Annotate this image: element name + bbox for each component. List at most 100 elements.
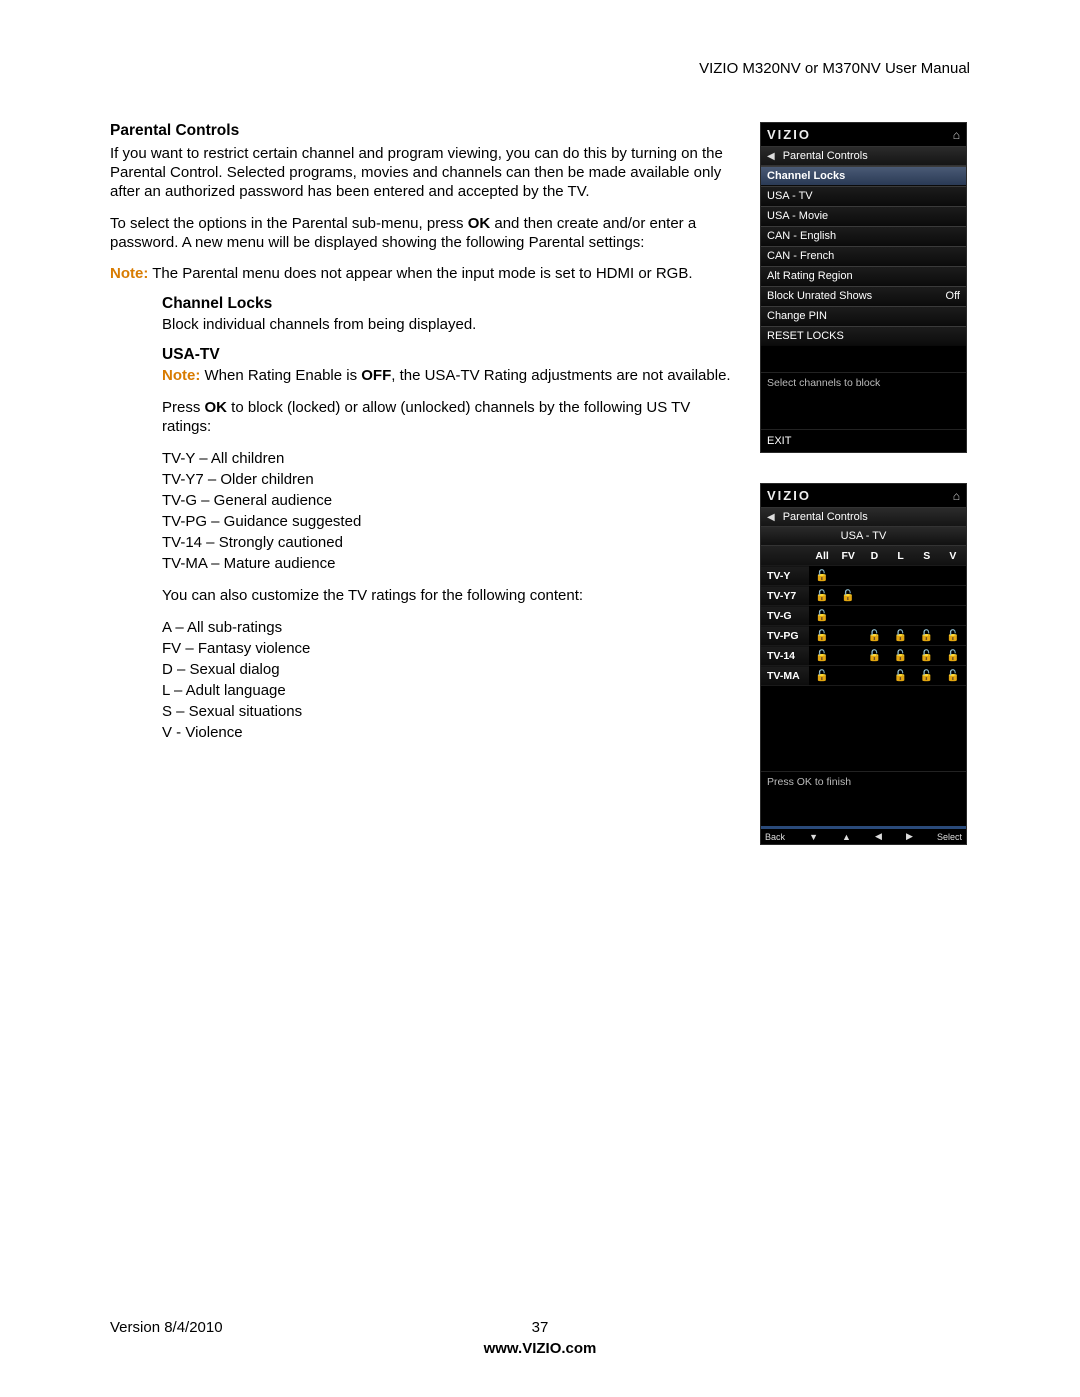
back-arrow-icon[interactable]: ◀ — [767, 512, 775, 523]
lock-cell[interactable] — [835, 606, 861, 626]
lock-cell[interactable]: 🔓 — [887, 646, 913, 666]
select-options-paragraph: To select the options in the Parental su… — [110, 214, 740, 252]
channel-locks-title: Channel Locks — [162, 295, 740, 313]
lock-cell[interactable]: 🔓 — [914, 626, 940, 646]
unlock-icon: 🔓 — [815, 570, 829, 582]
lock-cell[interactable]: 🔓 — [940, 646, 966, 666]
row-header: TV-MA — [761, 666, 809, 686]
osd2-hint: Press OK to finish — [761, 771, 966, 792]
list-item: TV-PG – Guidance suggested — [162, 511, 740, 532]
ratings-grid[interactable]: AllFVDLSVTV-Y🔓TV-Y7🔓🔓TV-G🔓TV-PG🔓🔓🔓🔓🔓TV-1… — [761, 546, 966, 686]
unlock-icon: 🔓 — [920, 670, 934, 682]
lock-cell[interactable]: 🔓 — [914, 666, 940, 686]
lock-cell[interactable] — [887, 606, 913, 626]
list-item: D – Sexual dialog — [162, 659, 740, 680]
osd-menu-item[interactable]: USA - TV — [761, 186, 966, 206]
osd1-block-unrated[interactable]: Block Unrated Shows Off — [761, 286, 966, 306]
lock-cell[interactable] — [914, 606, 940, 626]
footer-url: www.VIZIO.com — [110, 1340, 970, 1357]
list-item: TV-MA – Mature audience — [162, 553, 740, 574]
osd-menu-item[interactable]: CAN - English — [761, 226, 966, 246]
nav-down-icon[interactable]: ▼ — [809, 832, 818, 842]
osd-menu-item[interactable]: Alt Rating Region — [761, 266, 966, 286]
nav-select[interactable]: Select — [937, 832, 962, 842]
nav-left-icon[interactable]: ◀ — [875, 831, 882, 842]
nav-up-icon[interactable]: ▲ — [842, 832, 851, 842]
osd2-nav[interactable]: Back ▼ ▲ ◀ ▶ Select — [761, 826, 966, 844]
lock-cell[interactable] — [940, 586, 966, 606]
lock-cell[interactable] — [887, 566, 913, 586]
lock-cell[interactable]: 🔓 — [887, 626, 913, 646]
nav-right-icon[interactable]: ▶ — [906, 831, 913, 842]
osd-parental-menu: VIZIO ⌂ ◀ Parental Controls Channel Lock… — [760, 122, 967, 453]
home-icon[interactable]: ⌂ — [953, 489, 960, 503]
osd1-selected-item[interactable]: Channel Locks — [761, 166, 966, 186]
intro-paragraph: If you want to restrict certain channel … — [110, 144, 740, 202]
osd-menu-item[interactable]: CAN - French — [761, 246, 966, 266]
usa-tv-title: USA-TV — [162, 346, 740, 364]
osd1-logo: VIZIO — [767, 127, 811, 142]
unlock-icon: 🔓 — [946, 650, 960, 662]
lock-cell[interactable] — [835, 566, 861, 586]
back-arrow-icon[interactable]: ◀ — [767, 151, 775, 162]
row-header: TV-14 — [761, 646, 809, 666]
row-header: TV-Y — [761, 566, 809, 586]
lock-cell[interactable] — [940, 566, 966, 586]
row-header: TV-PG — [761, 626, 809, 646]
lock-cell[interactable]: 🔓 — [940, 666, 966, 686]
lock-cell[interactable] — [861, 666, 887, 686]
home-icon[interactable]: ⌂ — [953, 128, 960, 142]
lock-cell[interactable] — [861, 566, 887, 586]
osd1-exit[interactable]: EXIT — [761, 429, 966, 452]
lock-cell[interactable]: 🔓 — [887, 666, 913, 686]
osd1-crumb: Parental Controls — [783, 150, 868, 162]
list-item: L – Adult language — [162, 680, 740, 701]
osd-menu-item[interactable]: USA - Movie — [761, 206, 966, 226]
customize-intro: You can also customize the TV ratings fo… — [162, 586, 740, 605]
lock-cell[interactable] — [861, 586, 887, 606]
osd1-hint: Select channels to block — [761, 372, 966, 393]
lock-cell[interactable] — [914, 566, 940, 586]
list-item: S – Sexual situations — [162, 701, 740, 722]
row-header: TV-G — [761, 606, 809, 626]
lock-cell[interactable]: 🔓 — [861, 646, 887, 666]
footer-page-number: 37 — [532, 1319, 549, 1336]
unlock-icon: 🔓 — [894, 650, 908, 662]
page-footer: Version 8/4/2010 37 www.VIZIO.com — [110, 1319, 970, 1357]
list-item: TV-G – General audience — [162, 490, 740, 511]
lock-cell[interactable] — [887, 586, 913, 606]
lock-cell[interactable]: 🔓 — [809, 626, 835, 646]
unlock-icon: 🔓 — [815, 630, 829, 642]
lock-cell[interactable]: 🔓 — [809, 586, 835, 606]
lock-cell[interactable] — [914, 586, 940, 606]
col-header: S — [914, 546, 940, 566]
list-item: TV-Y7 – Older children — [162, 469, 740, 490]
unlock-icon: 🔓 — [815, 610, 829, 622]
content-list: A – All sub-ratingsFV – Fantasy violence… — [162, 617, 740, 743]
unlock-icon: 🔓 — [841, 590, 855, 602]
osd-menu-item[interactable]: Change PIN — [761, 306, 966, 326]
osd-usa-tv-grid: VIZIO ⌂ ◀ Parental Controls USA - TV All… — [760, 483, 967, 845]
lock-cell[interactable] — [835, 666, 861, 686]
lock-cell[interactable]: 🔓 — [914, 646, 940, 666]
unlock-icon: 🔓 — [868, 630, 882, 642]
lock-cell[interactable] — [940, 606, 966, 626]
lock-cell[interactable]: 🔓 — [809, 646, 835, 666]
ratings-list: TV-Y – All childrenTV-Y7 – Older childre… — [162, 448, 740, 574]
lock-cell[interactable]: 🔓 — [809, 666, 835, 686]
lock-cell[interactable] — [861, 606, 887, 626]
osd2-tab: USA - TV — [761, 527, 966, 546]
lock-cell[interactable] — [835, 646, 861, 666]
lock-cell[interactable]: 🔓 — [809, 606, 835, 626]
lock-cell[interactable]: 🔓 — [940, 626, 966, 646]
lock-cell[interactable] — [835, 626, 861, 646]
unlock-icon: 🔓 — [920, 630, 934, 642]
lock-cell[interactable]: 🔓 — [809, 566, 835, 586]
col-header: D — [861, 546, 887, 566]
note-hdmi: Note: The Parental menu does not appear … — [110, 264, 740, 283]
osd2-crumb: Parental Controls — [783, 511, 868, 523]
lock-cell[interactable]: 🔓 — [861, 626, 887, 646]
osd-menu-item[interactable]: RESET LOCKS — [761, 326, 966, 346]
nav-back[interactable]: Back — [765, 832, 785, 842]
lock-cell[interactable]: 🔓 — [835, 586, 861, 606]
